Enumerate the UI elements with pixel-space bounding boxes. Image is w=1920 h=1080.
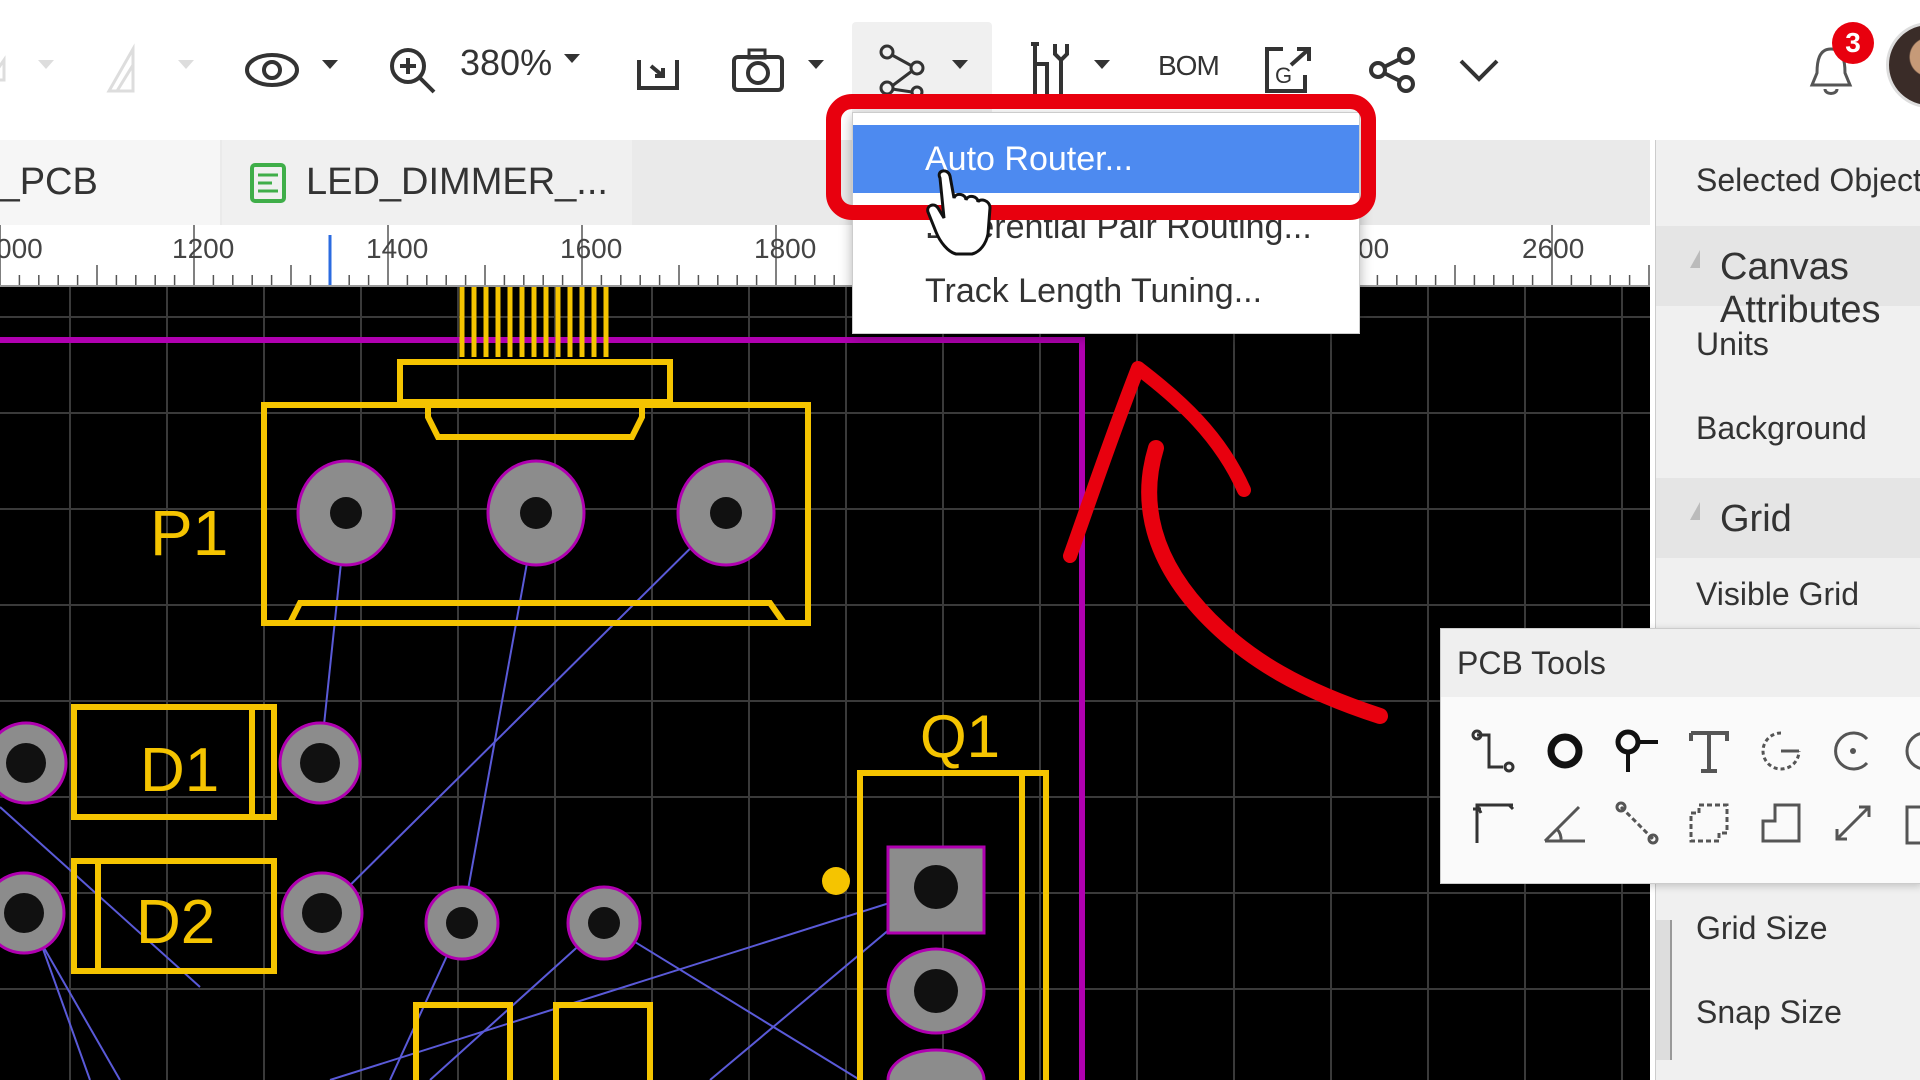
chevron-down-icon[interactable] — [952, 60, 968, 69]
ruler-label: 000 — [0, 233, 43, 264]
designator-d1: D1 — [140, 736, 219, 805]
visible-grid-label: Visible Grid — [1696, 576, 1860, 612]
arc-icon[interactable] — [1753, 723, 1809, 779]
chevron-down-icon[interactable] — [1094, 60, 1110, 69]
avatar[interactable] — [1886, 22, 1920, 108]
solid-region-icon[interactable] — [1753, 795, 1809, 851]
tab-pcb[interactable]: /_PCB — [0, 140, 220, 225]
flip-icon[interactable] — [0, 28, 20, 112]
dimension-icon[interactable] — [1465, 795, 1521, 851]
units-label: Units — [1696, 326, 1769, 362]
collapse-triangle-icon — [1690, 250, 1700, 268]
section-label: Canvas Attributes — [1720, 246, 1881, 331]
zoom-level[interactable]: 380% — [460, 42, 552, 84]
ruler-label: 2600 — [1522, 233, 1585, 264]
measure-icon[interactable] — [100, 28, 160, 112]
canvas-attributes-section[interactable]: Canvas Attributes — [1656, 226, 1920, 331]
designator-d2: D2 — [136, 888, 215, 957]
svg-text:G: G — [1275, 63, 1292, 88]
grid-section[interactable]: Grid — [1656, 478, 1920, 558]
chevron-down-icon[interactable] — [178, 60, 194, 69]
pad-icon[interactable] — [1609, 723, 1665, 779]
zoom-in-icon[interactable] — [382, 28, 442, 112]
ruler-ticks — [0, 225, 1650, 287]
horizontal-ruler: 000 1200 1400 1600 1800 00 2600 — [0, 225, 1650, 287]
arc-center-icon[interactable] — [1825, 723, 1881, 779]
angle-icon[interactable] — [1537, 795, 1593, 851]
ruler-label: 1600 — [560, 233, 623, 264]
designator-q1: Q1 — [920, 703, 1000, 770]
menu-item-label: Track Length Tuning... — [925, 272, 1263, 310]
menu-item-track-length-tuning[interactable]: Track Length Tuning... — [853, 257, 1359, 325]
pcb-tools-palette[interactable]: PCB Tools — [1440, 628, 1920, 884]
properties-panel: Selected Objects Canvas Attributes Units… — [1655, 140, 1920, 1080]
chevron-down-icon[interactable] — [808, 60, 824, 69]
camera-icon[interactable] — [728, 28, 788, 112]
annotation-highlight-box — [826, 94, 1376, 220]
designator-p1: P1 — [150, 497, 228, 569]
pcb-tools-titlebar[interactable]: PCB Tools — [1441, 629, 1920, 697]
share-icon[interactable] — [1362, 28, 1422, 112]
eye-icon[interactable] — [240, 28, 304, 112]
chevron-down-icon[interactable] — [322, 60, 338, 69]
collapse-triangle-icon — [1690, 502, 1700, 520]
ruler-label: 1200 — [172, 233, 235, 264]
canvas-grid — [0, 287, 1650, 1080]
snap-size-label: Snap Size — [1696, 994, 1842, 1030]
tab-led-dimmer[interactable]: LED_DIMMER_... — [222, 140, 632, 225]
text-icon[interactable] — [1681, 723, 1737, 779]
document-tabs: /_PCB LED_DIMMER_... — [0, 140, 1650, 225]
pcb-tools-title: PCB Tools — [1457, 645, 1606, 681]
ruler-label: 1800 — [754, 233, 817, 264]
pan-icon[interactable] — [1825, 795, 1881, 851]
panel-scrollbar[interactable] — [1656, 920, 1672, 1060]
fit-view-icon[interactable] — [628, 28, 688, 112]
chevron-down-icon[interactable] — [564, 54, 580, 63]
connect-icon[interactable] — [1609, 795, 1665, 851]
tab-label: LED_DIMMER_... — [306, 161, 608, 203]
grid-size-label: Grid Size — [1696, 910, 1828, 946]
ruler-label: 1400 — [366, 233, 429, 264]
via-icon[interactable] — [1537, 723, 1593, 779]
more-chevron-icon[interactable] — [1454, 28, 1504, 112]
panel-title: Selected Objects — [1696, 162, 1920, 198]
background-label: Background — [1696, 410, 1867, 446]
section-label: Grid — [1720, 498, 1792, 540]
pin1-marker — [822, 867, 850, 895]
rectangle-icon[interactable] — [1891, 795, 1920, 851]
bom-button[interactable]: BOM — [1158, 50, 1220, 82]
tab-label: /_PCB — [0, 161, 98, 203]
p1-pads — [296, 459, 776, 567]
copper-area-icon[interactable] — [1681, 795, 1737, 851]
notification-badge: 3 — [1832, 22, 1874, 64]
track-icon[interactable] — [1465, 723, 1521, 779]
ruler-label: 00 — [1358, 233, 1390, 264]
chevron-down-icon[interactable] — [38, 60, 54, 69]
pcb-file-icon — [250, 162, 286, 203]
q1-pads — [886, 845, 986, 1080]
pcb-canvas[interactable]: P1 D1 D2 Q1 — [0, 287, 1650, 1080]
circle-icon[interactable] — [1891, 723, 1920, 779]
